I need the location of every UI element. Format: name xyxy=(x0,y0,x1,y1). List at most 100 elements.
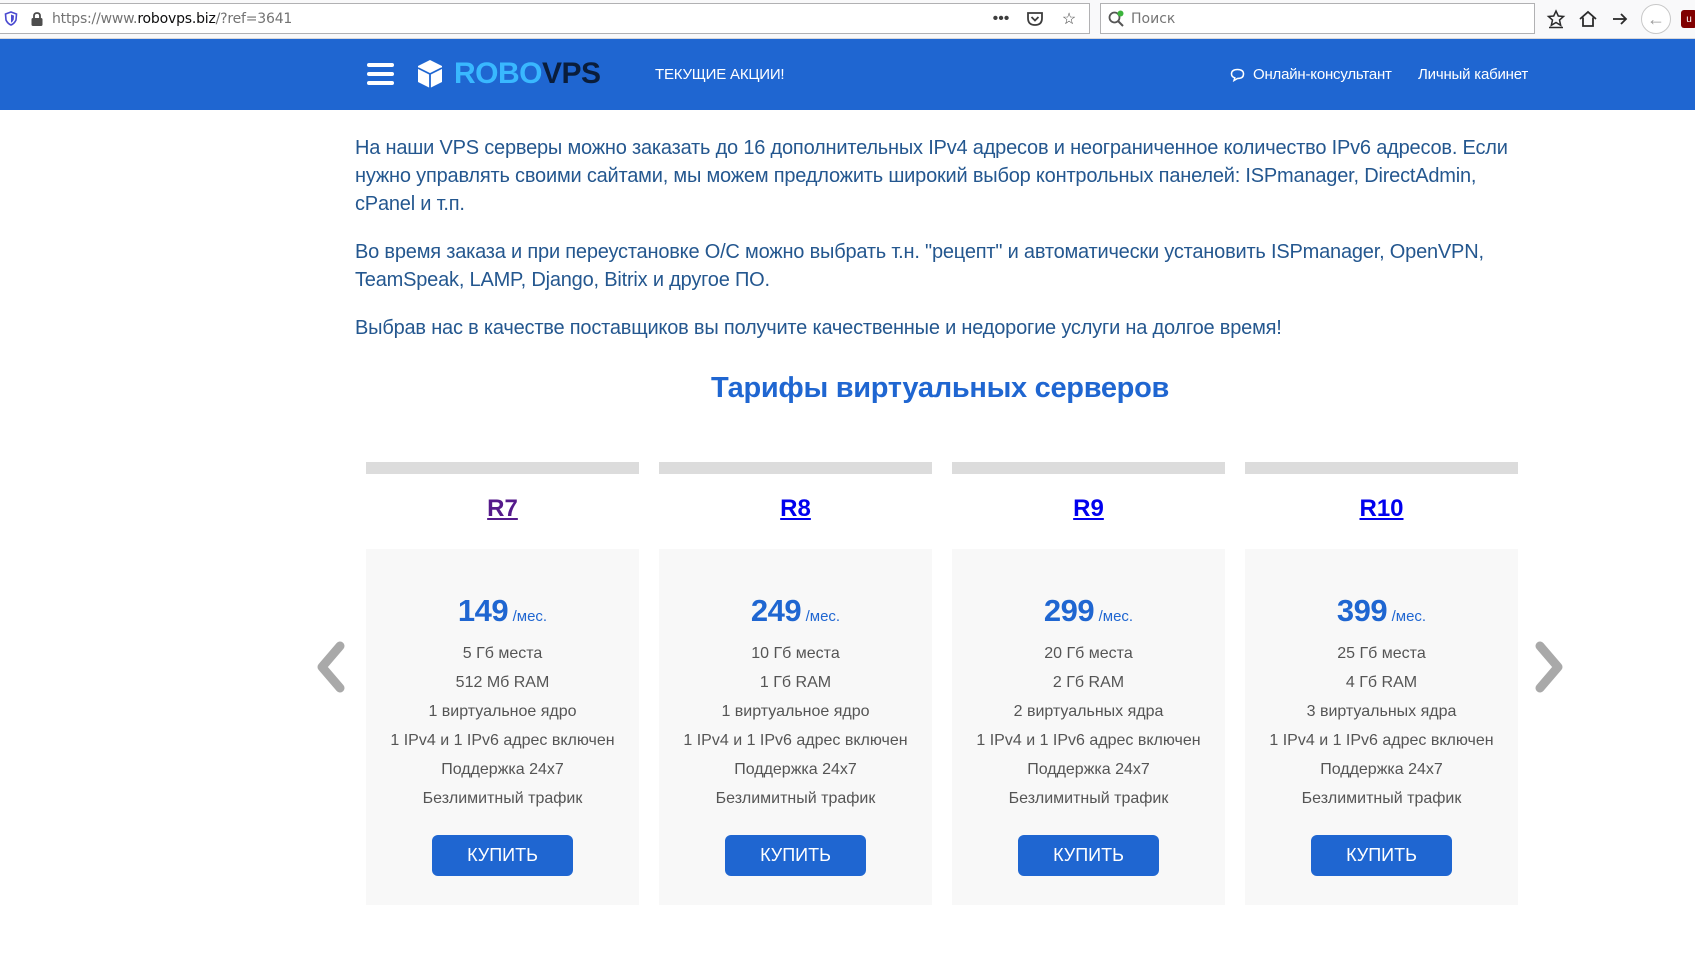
search-input[interactable] xyxy=(1131,11,1511,27)
buy-button[interactable]: КУПИТЬ xyxy=(432,835,573,876)
site-header: ROBOVPS ТЕКУЩИЕ АКЦИИ! Онлайн-консультан… xyxy=(0,39,1695,110)
plan-top-bar xyxy=(952,462,1225,474)
feature-support: Поддержка 24x7 xyxy=(1320,761,1443,778)
home-icon[interactable] xyxy=(1577,8,1599,30)
feature-cpu: 3 виртуальных ядра xyxy=(1306,703,1457,720)
feature-ram: 1 Гб RAM xyxy=(759,674,832,691)
back-button[interactable]: ← xyxy=(1641,4,1671,34)
feature-disk: 10 Гб места xyxy=(751,645,840,662)
ublock-extension-icon[interactable]: u xyxy=(1681,10,1695,28)
feature-ram: 4 Гб RAM xyxy=(1345,674,1418,691)
price-unit: /мес. xyxy=(1391,608,1427,625)
feature-ip: 1 IPv4 и 1 IPv6 адрес включен xyxy=(1269,732,1494,749)
intro-text: На наши VPS серверы можно заказать до 16… xyxy=(355,134,1535,362)
online-consultant-link[interactable]: Онлайн-консультант xyxy=(1230,66,1392,83)
feature-ram: 2 Гб RAM xyxy=(1052,674,1125,691)
pocket-icon[interactable] xyxy=(1025,9,1045,29)
plan-top-bar xyxy=(366,462,639,474)
intro-paragraph-1: На наши VPS серверы можно заказать до 16… xyxy=(355,137,1508,215)
tracking-shield-icon[interactable] xyxy=(4,11,18,26)
feature-cpu: 2 виртуальных ядра xyxy=(1013,703,1164,720)
plans-carousel: R7 149 /мес. 5 Гб места 512 Мб RAM 1 вир… xyxy=(366,462,1519,905)
plan-price: 249 /мес. xyxy=(659,593,932,629)
price-unit: /мес. xyxy=(512,608,548,625)
feature-cpu: 1 виртуальное ядро xyxy=(721,703,870,720)
url-suffix: /?ref=3641 xyxy=(215,11,293,27)
feature-support: Поддержка 24x7 xyxy=(734,761,857,778)
plan-card: R10 399 /мес. 25 Гб места 4 Гб RAM 3 вир… xyxy=(1245,462,1518,905)
forward-arrow-icon[interactable] xyxy=(1609,8,1631,30)
feature-disk: 25 Гб места xyxy=(1337,645,1426,662)
plan-name-link[interactable]: R9 xyxy=(952,495,1225,523)
feature-ip: 1 IPv4 и 1 IPv6 адрес включен xyxy=(976,732,1201,749)
plan-features: 20 Гб места 2 Гб RAM 2 виртуальных ядра … xyxy=(952,639,1225,813)
feature-disk: 5 Гб места xyxy=(462,645,543,662)
price-value: 399 xyxy=(1336,593,1388,628)
plan-body: 149 /мес. 5 Гб места 512 Мб RAM 1 виртуа… xyxy=(366,549,639,905)
url-prefix: https://www. xyxy=(52,11,138,27)
feature-traffic: Безлимитный трафик xyxy=(422,790,583,807)
plan-name-link[interactable]: R8 xyxy=(659,495,932,523)
feature-cpu: 1 виртуальное ядро xyxy=(428,703,577,720)
url-text[interactable]: https://www.robovps.biz/?ref=3641 xyxy=(52,11,292,27)
page-actions-icon[interactable]: ••• xyxy=(991,9,1011,29)
plan-body: 399 /мес. 25 Гб места 4 Гб RAM 3 виртуал… xyxy=(1245,549,1518,905)
price-value: 149 xyxy=(457,593,509,628)
lock-icon[interactable] xyxy=(30,11,44,27)
price-unit: /мес. xyxy=(805,608,841,625)
browser-toolbar: https://www.robovps.biz/?ref=3641 ••• ☆ xyxy=(0,0,1695,39)
tariffs-heading: Тарифы виртуальных серверов xyxy=(710,372,1170,404)
feature-ip: 1 IPv4 и 1 IPv6 адрес включен xyxy=(390,732,615,749)
plan-features: 25 Гб места 4 Гб RAM 3 виртуальных ядра … xyxy=(1245,639,1518,813)
feature-traffic: Безлимитный трафик xyxy=(715,790,876,807)
buy-button[interactable]: КУПИТЬ xyxy=(725,835,866,876)
logo-robo-text: ROBO xyxy=(454,57,543,90)
plan-features: 10 Гб места 1 Гб RAM 1 виртуальное ядро … xyxy=(659,639,932,813)
intro-paragraph-2: Во время заказа и при переустановке О/С … xyxy=(355,241,1484,291)
feature-disk: 20 Гб места xyxy=(1044,645,1133,662)
url-actions: ••• ☆ xyxy=(991,9,1079,29)
search-engine-icon[interactable] xyxy=(1107,10,1125,28)
plan-features: 5 Гб места 512 Мб RAM 1 виртуальное ядро… xyxy=(366,639,639,813)
feature-traffic: Безлимитный трафик xyxy=(1008,790,1169,807)
toolbar-icons: ← u xyxy=(1545,4,1695,34)
plan-top-bar xyxy=(659,462,932,474)
feature-ram: 512 Мб RAM xyxy=(455,674,550,691)
chat-bubble-icon xyxy=(1230,68,1245,82)
plan-price: 399 /мес. xyxy=(1245,593,1518,629)
cube-logo-icon xyxy=(417,60,443,88)
plan-price: 299 /мес. xyxy=(952,593,1225,629)
plan-body: 249 /мес. 10 Гб места 1 Гб RAM 1 виртуал… xyxy=(659,549,932,905)
promotions-link[interactable]: ТЕКУЩИЕ АКЦИИ! xyxy=(655,66,785,83)
buy-button[interactable]: КУПИТЬ xyxy=(1018,835,1159,876)
chevron-right-icon[interactable] xyxy=(1530,640,1570,694)
plan-card: R8 249 /мес. 10 Гб места 1 Гб RAM 1 вирт… xyxy=(659,462,932,905)
price-unit: /мес. xyxy=(1098,608,1134,625)
online-consultant-label: Онлайн-консультант xyxy=(1253,66,1392,83)
feature-support: Поддержка 24x7 xyxy=(1027,761,1150,778)
plan-price: 149 /мес. xyxy=(366,593,639,629)
buy-button[interactable]: КУПИТЬ xyxy=(1311,835,1452,876)
bookmarks-menu-icon[interactable] xyxy=(1545,8,1567,30)
plan-name-link[interactable]: R7 xyxy=(366,495,639,523)
site-logo[interactable]: ROBOVPS xyxy=(416,54,601,94)
plan-top-bar xyxy=(1245,462,1518,474)
plan-card: R7 149 /мес. 5 Гб места 512 Мб RAM 1 вир… xyxy=(366,462,639,905)
feature-support: Поддержка 24x7 xyxy=(441,761,564,778)
plan-body: 299 /мес. 20 Гб места 2 Гб RAM 2 виртуал… xyxy=(952,549,1225,905)
feature-traffic: Безлимитный трафик xyxy=(1301,790,1462,807)
url-domain: robovps.biz xyxy=(137,11,216,27)
feature-ip: 1 IPv4 и 1 IPv6 адрес включен xyxy=(683,732,908,749)
search-bar[interactable] xyxy=(1100,3,1535,34)
price-value: 299 xyxy=(1043,593,1095,628)
logo-vps-text: VPS xyxy=(542,57,601,90)
hamburger-menu-icon[interactable] xyxy=(367,63,394,85)
intro-paragraph-3: Выбрав нас в качестве поставщиков вы пол… xyxy=(355,317,1282,339)
back-arrow-icon: ← xyxy=(1647,8,1665,29)
bookmark-star-icon[interactable]: ☆ xyxy=(1059,9,1079,29)
address-bar[interactable]: https://www.robovps.biz/?ref=3641 ••• ☆ xyxy=(0,3,1090,34)
price-value: 249 xyxy=(750,593,802,628)
plan-name-link[interactable]: R10 xyxy=(1245,495,1518,523)
personal-account-link[interactable]: Личный кабинет xyxy=(1418,66,1528,83)
chevron-left-icon[interactable] xyxy=(310,640,350,694)
